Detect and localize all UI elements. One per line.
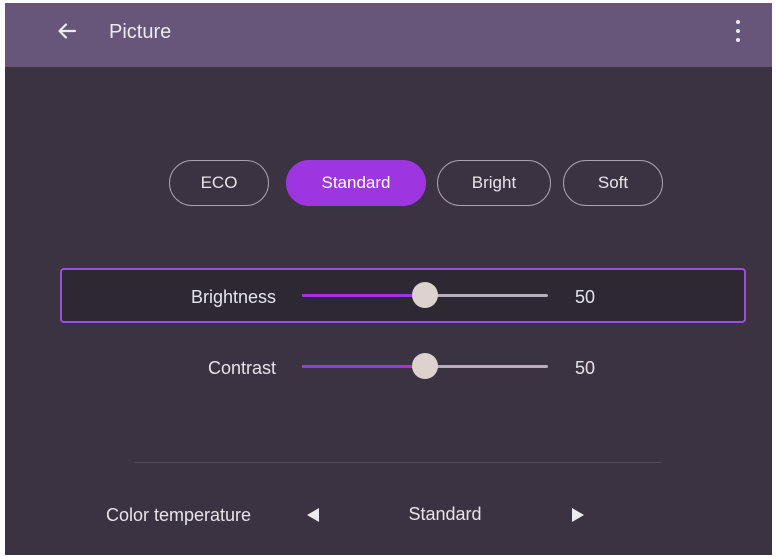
contrast-label: Contrast <box>207 358 276 378</box>
mode-eco-label: ECO <box>200 173 238 192</box>
picture-settings-screen: Picture ECO Standard Bright Soft Brightn… <box>5 3 772 555</box>
color-temperature-label: Color temperature <box>106 505 252 525</box>
triangle-left-icon <box>307 508 319 522</box>
more-vertical-icon <box>736 20 740 24</box>
color-temperature-next-button[interactable] <box>566 503 590 527</box>
arrow-left-icon <box>58 23 77 39</box>
brightness-label: Brightness <box>190 287 276 307</box>
page-title: Picture <box>109 21 172 43</box>
contrast-slider-fill <box>302 365 425 368</box>
contrast-slider-thumb[interactable] <box>412 353 438 379</box>
brightness-slider-fill <box>302 294 425 297</box>
brightness-slider[interactable] <box>302 282 548 308</box>
divider <box>135 462 661 463</box>
mode-soft-button[interactable]: Soft <box>563 160 663 206</box>
color-temperature-prev-button[interactable] <box>301 503 325 527</box>
top-bar: Picture <box>5 3 772 67</box>
triangle-right-icon <box>572 508 584 522</box>
brightness-slider-thumb[interactable] <box>412 282 438 308</box>
brightness-value: 50 <box>575 287 596 307</box>
color-temperature-value: Standard <box>408 504 482 524</box>
mode-standard-button[interactable]: Standard <box>286 160 426 206</box>
mode-standard-label: Standard <box>321 173 391 192</box>
mode-bright-label: Bright <box>471 173 517 192</box>
more-options-button[interactable] <box>727 13 749 49</box>
mode-eco-button[interactable]: ECO <box>169 160 269 206</box>
back-button[interactable] <box>53 17 81 45</box>
contrast-slider[interactable] <box>302 353 548 379</box>
mode-soft-label: Soft <box>597 173 629 192</box>
contrast-value: 50 <box>575 358 596 378</box>
mode-bright-button[interactable]: Bright <box>437 160 551 206</box>
